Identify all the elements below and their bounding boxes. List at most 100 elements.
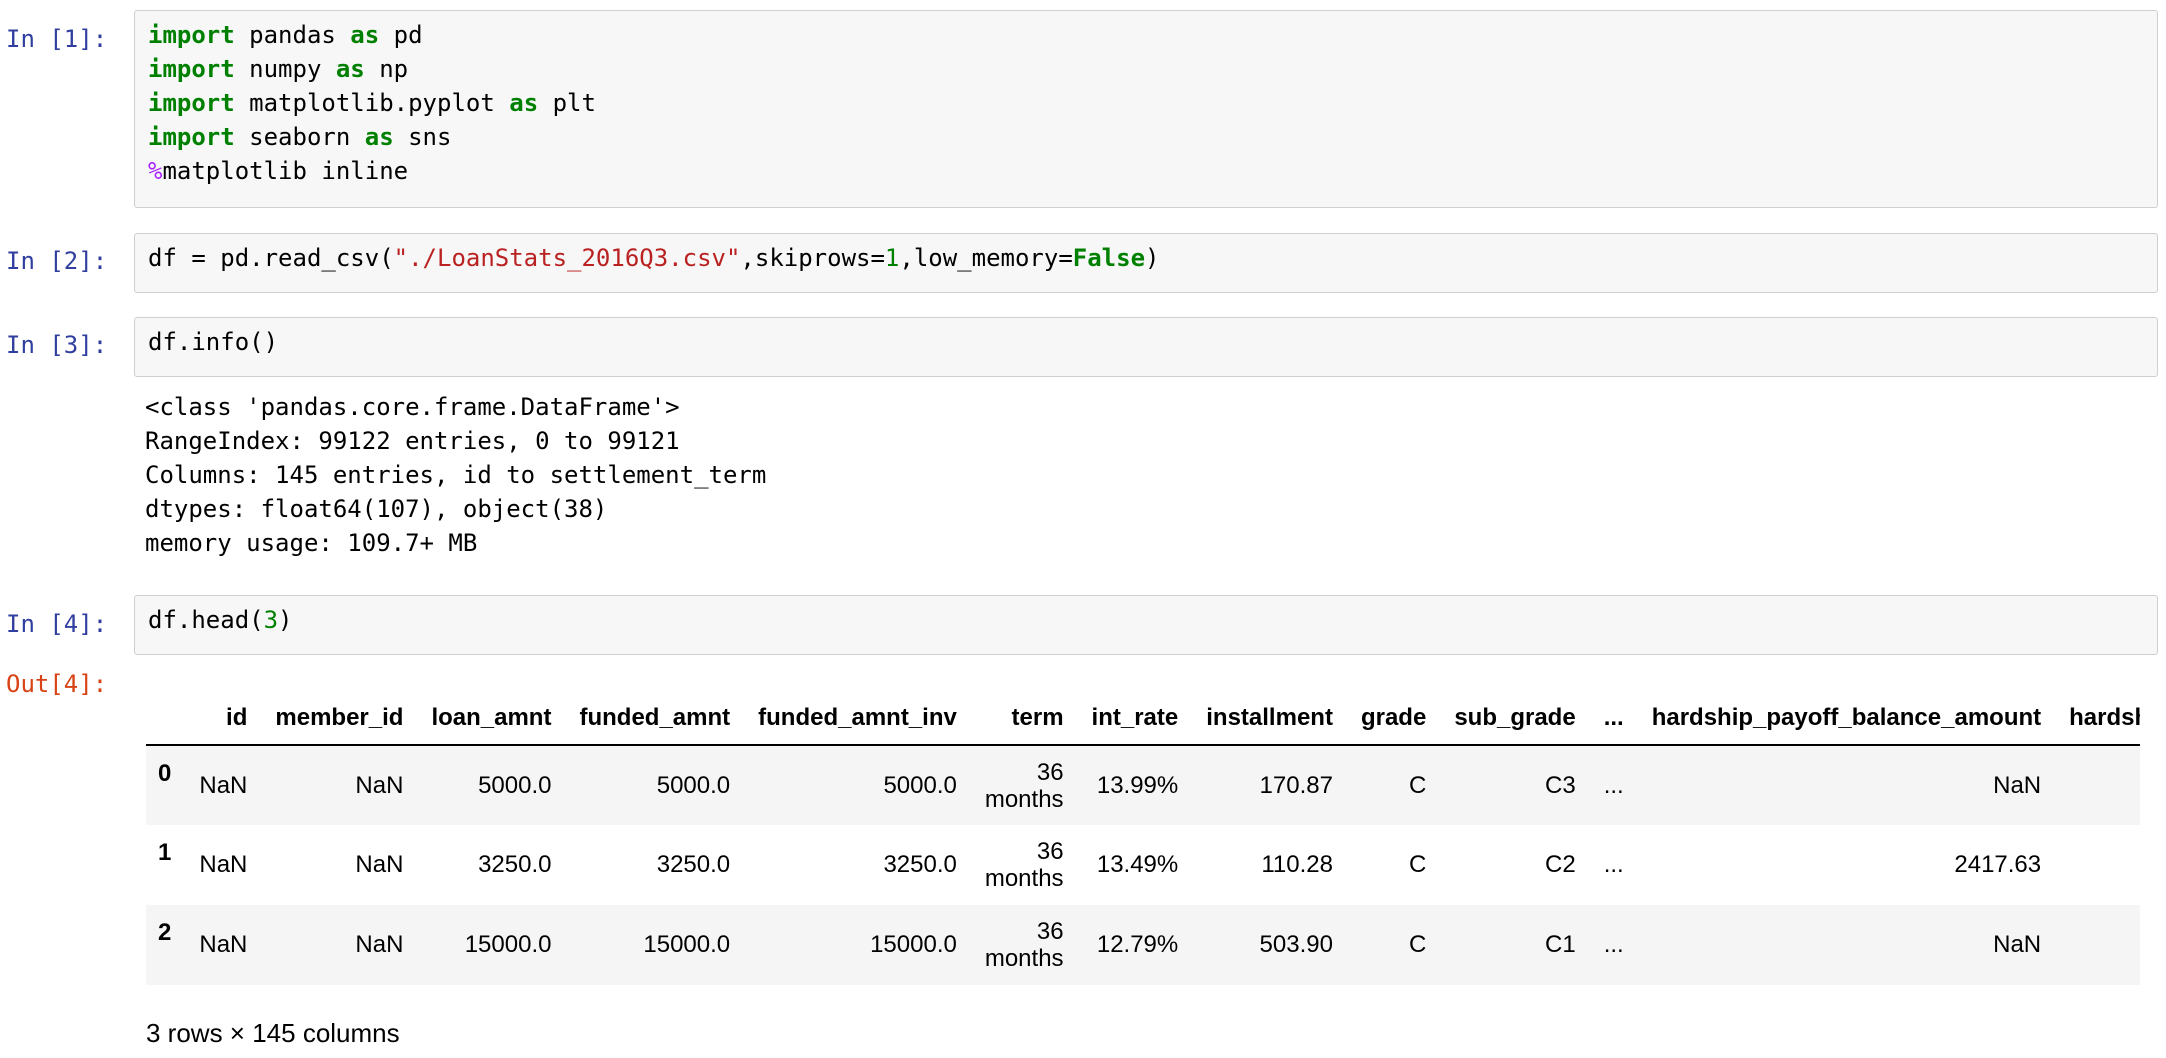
- code-text[interactable]: import pandas as pd import numpy as np i…: [135, 11, 2157, 195]
- table-cell: 36 months: [984, 838, 1064, 892]
- table-cell: 5000.0: [883, 771, 957, 799]
- input-prompt: In [2]:: [6, 247, 108, 275]
- stdout-output: <class 'pandas.core.frame.DataFrame'> Ra…: [145, 393, 767, 557]
- code-token: ): [1145, 244, 1160, 272]
- table-cell: 13.99%: [1096, 771, 1179, 799]
- table-cell: [2055, 905, 2140, 985]
- code-token: 1: [884, 244, 900, 272]
- table-cell: 2417.63: [1954, 851, 2042, 878]
- code-text[interactable]: df = pd.read_csv("./LoanStats_2016Q3.csv…: [135, 234, 2157, 282]
- code-editor[interactable]: df.info(): [134, 317, 2158, 377]
- table-cell: 12.79%: [1096, 931, 1179, 958]
- dataframe-shape: 3 rows × 145 columns: [146, 1018, 400, 1048]
- table-cell: [2055, 825, 2140, 905]
- dataframe-table: id member_id loan_amnt funded_amnt funded_am…: [146, 690, 2140, 985]
- table-cell: 5000.0: [656, 771, 731, 799]
- table-cell: 36 months: [984, 758, 1064, 813]
- code-token: df.head(: [148, 606, 264, 634]
- code-token: import: [148, 21, 235, 49]
- column-header: id: [226, 704, 248, 731]
- column-header: int_rate: [1091, 704, 1179, 731]
- table-cell: NaN: [355, 931, 404, 958]
- table-cell: C3: [1545, 771, 1576, 799]
- code-token: import: [148, 55, 235, 83]
- code-token: df = pd.read_csv(: [148, 244, 394, 272]
- table-cell: 170.87: [1259, 771, 1333, 799]
- column-header: funded_amnt_inv: [758, 704, 957, 731]
- table-cell: C: [1408, 931, 1427, 958]
- code-token: pandas: [234, 21, 351, 49]
- row-index: 0: [158, 760, 172, 787]
- input-prompt: In [4]:: [6, 610, 108, 638]
- code-token: np: [364, 55, 409, 83]
- table-cell: NaN: [355, 851, 404, 878]
- table-cell: ...: [1603, 851, 1624, 878]
- column-header: hardship_: [2069, 704, 2140, 731]
- code-token: as: [364, 123, 394, 151]
- code-token: %: [148, 157, 163, 185]
- code-token: ,low_memory=: [899, 244, 1073, 272]
- code-token: ): [278, 606, 293, 634]
- output-prompt: Out[4]:: [6, 670, 108, 698]
- row-index: 1: [158, 839, 172, 866]
- table-row: 1 NaN NaN 3250.0 3250.0 3250.0 36 months 13.49% 1…: [146, 825, 2140, 905]
- column-header: sub_grade: [1454, 704, 1576, 731]
- column-header: hardship_payoff_balance_amount: [1651, 704, 2042, 731]
- table-cell: 3250.0: [656, 851, 731, 878]
- table-cell: C: [1408, 851, 1427, 878]
- table-cell: 5000.0: [478, 771, 552, 799]
- dataframe-output: id member_id loan_amnt funded_amnt funded_am…: [146, 690, 2140, 985]
- column-header: term: [1011, 704, 1064, 731]
- table-cell: 13.49%: [1096, 851, 1179, 878]
- table-cell: 3250.0: [883, 851, 957, 878]
- table-cell: 110.28: [1261, 851, 1333, 878]
- code-token: 3: [263, 606, 279, 634]
- code-token: sns: [393, 123, 452, 151]
- code-token: matplotlib.pyplot: [234, 89, 510, 117]
- table-cell: 15000.0: [870, 931, 957, 958]
- code-editor[interactable]: df.head(3): [134, 595, 2158, 655]
- code-editor[interactable]: df = pd.read_csv("./LoanStats_2016Q3.csv…: [134, 233, 2158, 293]
- code-token: "./LoanStats_2016Q3.csv": [393, 244, 741, 272]
- table-cell: 15000.0: [464, 931, 552, 958]
- code-token: as: [509, 89, 539, 117]
- column-header: grade: [1360, 704, 1427, 731]
- column-header: loan_amnt: [431, 704, 552, 731]
- code-token: import: [148, 89, 235, 117]
- table-row: 2 NaN NaN 15000.0 15000.0 15000.0 36 months 12.7…: [146, 905, 2140, 985]
- code-token: as: [350, 21, 380, 49]
- table-cell: 36 months: [984, 918, 1064, 972]
- code-token: plt: [538, 89, 596, 117]
- table-cell: C1: [1545, 931, 1576, 958]
- table-header-row: id member_id loan_amnt funded_amnt funded_am…: [146, 690, 2140, 745]
- column-header: [146, 690, 185, 745]
- table-cell: 15000.0: [643, 931, 731, 958]
- table-cell: NaN: [199, 771, 248, 799]
- table-cell: 503.90: [1259, 931, 1333, 958]
- code-editor[interactable]: import pandas as pd import numpy as np i…: [134, 10, 2158, 208]
- column-header: ...: [1603, 704, 1624, 731]
- table-cell: ...: [1603, 931, 1624, 958]
- column-header: member_id: [275, 704, 404, 731]
- code-token: pd: [379, 21, 423, 49]
- code-text[interactable]: df.head(3): [135, 596, 2157, 644]
- table-cell: C2: [1545, 851, 1576, 878]
- table-body: 0 NaN NaN 5000.0 5000.0 5000.0 36 months 13.99% 1…: [146, 745, 2140, 985]
- table-cell: NaN: [199, 851, 248, 878]
- input-prompt: In [1]:: [6, 25, 108, 53]
- column-header: funded_amnt: [579, 704, 731, 731]
- code-token: import: [148, 123, 235, 151]
- code-token: matplotlib inline: [162, 157, 409, 185]
- code-token: False: [1072, 244, 1146, 272]
- table-cell: NaN: [1993, 931, 2042, 958]
- code-token: numpy: [234, 55, 336, 83]
- code-token: seaborn: [234, 123, 365, 151]
- input-prompt: In [3]:: [6, 331, 108, 359]
- table-cell: NaN: [199, 931, 248, 958]
- code-text[interactable]: df.info(): [135, 318, 2157, 366]
- code-token: df.info(): [148, 328, 279, 356]
- table-cell: ...: [1603, 771, 1624, 799]
- table-cell: NaN: [1993, 771, 2042, 799]
- code-token: as: [335, 55, 365, 83]
- table-row: 0 NaN NaN 5000.0 5000.0 5000.0 36 months 13.99% 1…: [146, 745, 2140, 825]
